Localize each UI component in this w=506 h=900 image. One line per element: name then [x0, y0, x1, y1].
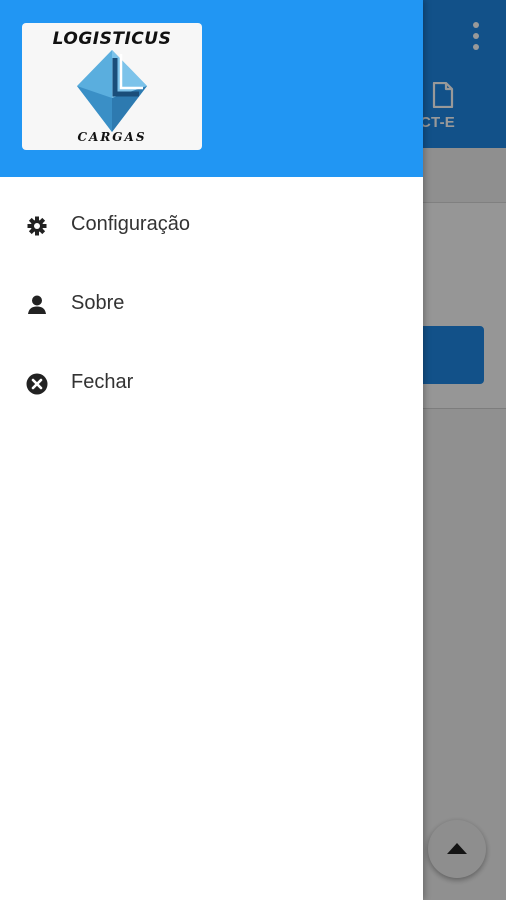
drawer-header: LOGISTICUS CARGAS: [0, 0, 423, 177]
menu-item-label: Sobre: [71, 292, 125, 314]
person-icon: [28, 295, 46, 314]
menu-item-label: Fechar: [71, 371, 134, 393]
gear-icon: [27, 216, 47, 236]
logo-bottom-text: CARGAS: [77, 130, 147, 144]
close-circle-icon: [26, 373, 48, 395]
logo-diamond-icon: [77, 50, 147, 132]
menu-item-label: Configuração: [71, 213, 190, 235]
menu-item-sobre[interactable]: Sobre: [0, 264, 423, 343]
drawer-menu: Configuração Sobre Fechar: [0, 185, 423, 422]
logo-top-text: LOGISTICUS: [52, 29, 172, 49]
menu-item-configuracao[interactable]: Configuração: [0, 185, 423, 264]
menu-item-fechar[interactable]: Fechar: [0, 343, 423, 422]
navigation-drawer: LOGISTICUS CARGAS Configuração Sobre Fec…: [0, 0, 423, 900]
logo: LOGISTICUS CARGAS: [22, 23, 202, 150]
